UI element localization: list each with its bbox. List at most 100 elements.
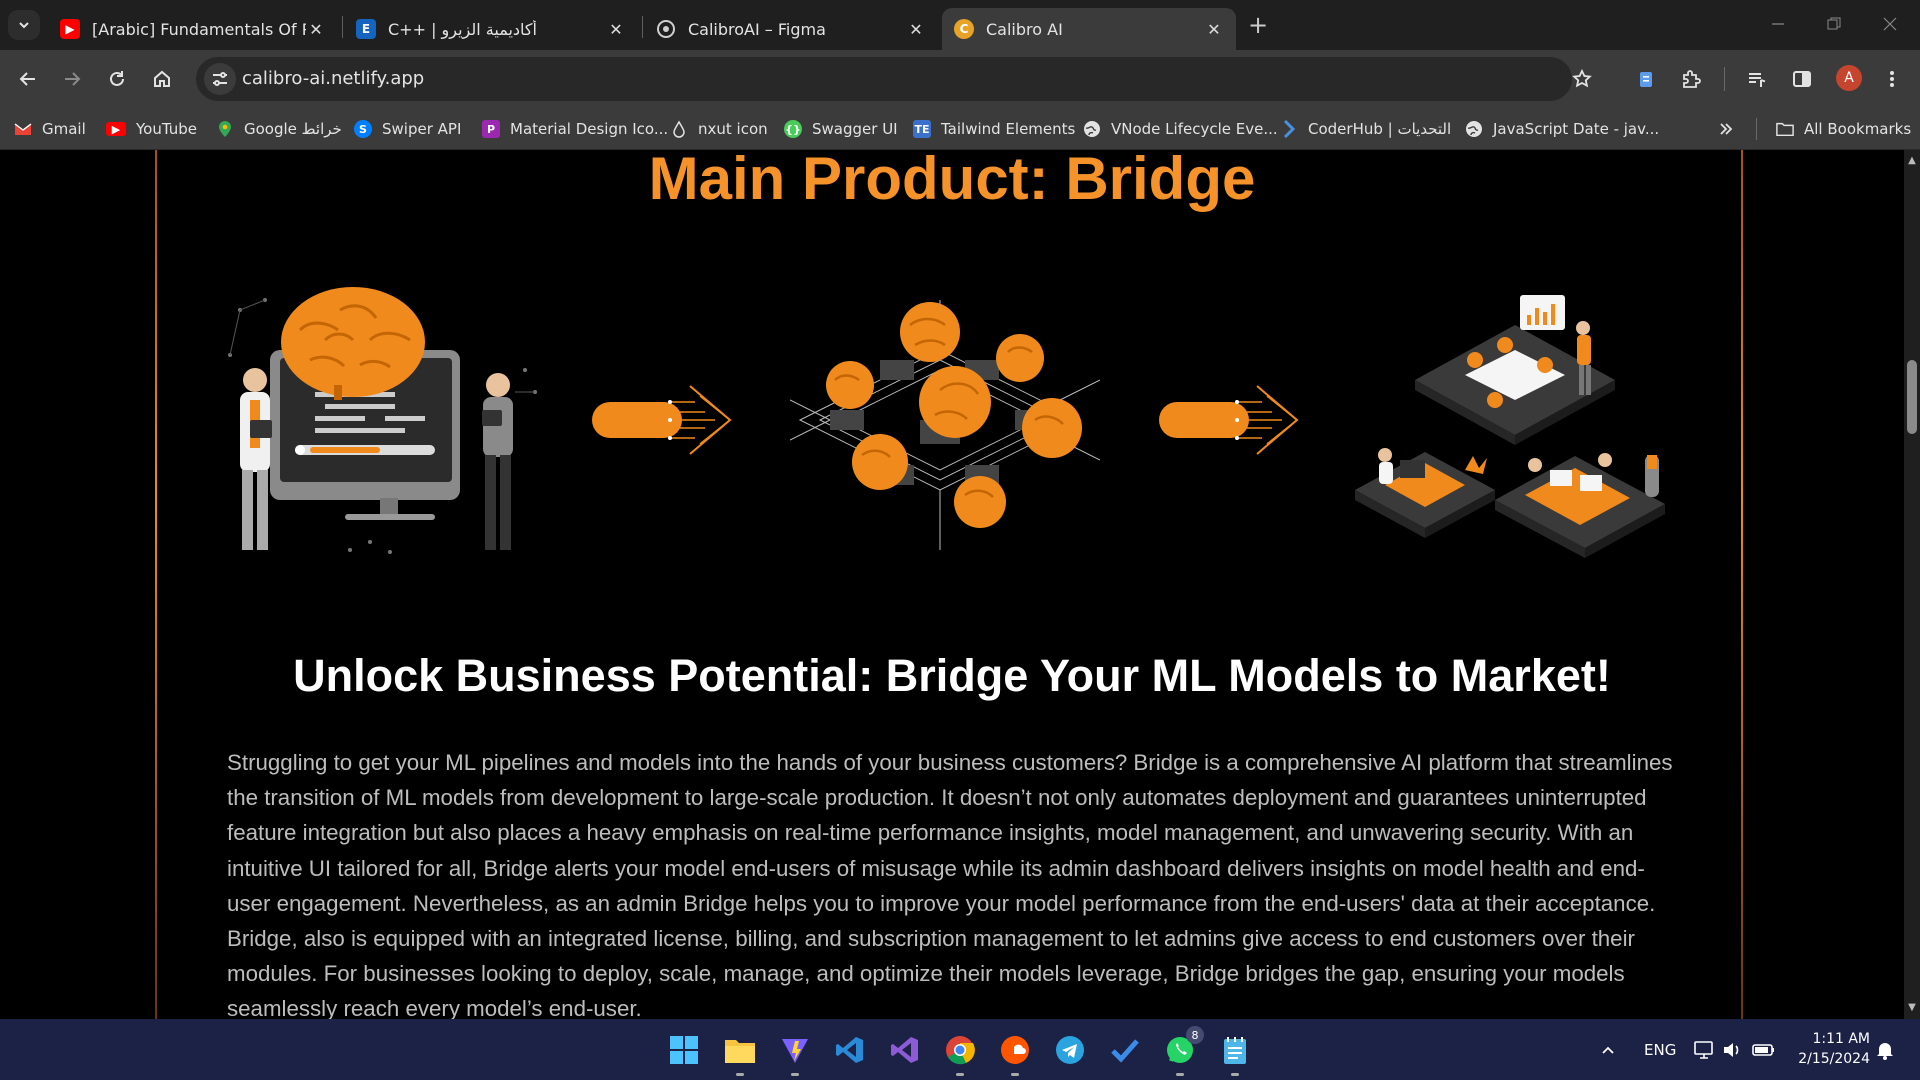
reload-button[interactable] [101,63,133,95]
close-icon[interactable]: ✕ [906,19,926,39]
running-indicator [1176,1073,1184,1076]
new-tab-button[interactable]: + [1244,12,1272,40]
bookmarks-overflow-button[interactable] [1718,117,1734,141]
profile-avatar[interactable]: A [1836,65,1862,91]
chevron-down-icon [19,22,29,29]
bookmark-label: Material Design Ico... [510,120,669,138]
forward-button[interactable] [56,63,88,95]
home-button[interactable] [146,63,178,95]
extension-google-docs-button[interactable] [1630,63,1662,95]
visual-studio-icon [891,1037,918,1063]
soundcloud-icon [1001,1036,1029,1064]
extensions-button[interactable] [1675,63,1707,95]
arrow-illustration [1159,385,1299,455]
taskbar-chrome[interactable] [940,1030,980,1076]
scroll-up-icon[interactable]: ▲ [1907,156,1917,166]
office-teams-illustration [1355,295,1665,558]
bookmark-nuxt[interactable]: nxut icon [670,117,768,141]
vscode-icon [836,1037,863,1063]
tune-icon [213,72,227,86]
tab-title: Calibro AI [986,19,1063,39]
taskbar-whatsapp[interactable]: 8 [1160,1026,1204,1076]
tab-cpp-academy[interactable]: E C++ | أكاديمية الزيرو ✕ [344,8,638,50]
battery-button[interactable] [1752,1019,1776,1080]
docs-extension-icon [1640,72,1652,87]
bookmark-tailwind-elements[interactable]: TE Tailwind Elements [913,117,1075,141]
chrome-menu-button[interactable] [1876,63,1908,95]
all-bookmarks-button[interactable]: All Bookmarks [1776,117,1911,141]
page-scrollbar[interactable]: ▲ ▼ [1904,150,1920,1019]
taskbar-visual-studio[interactable] [885,1030,925,1070]
chevron-up-icon [1602,1046,1614,1054]
speaker-icon [1724,1042,1739,1057]
telegram-icon [1056,1036,1084,1064]
running-indicator [1231,1073,1239,1076]
playlist-icon [1749,73,1766,87]
taskbar-vite[interactable] [775,1030,815,1076]
bookmark-youtube[interactable]: ▶ YouTube [106,117,197,141]
taskbar-notepad[interactable] [1215,1030,1255,1076]
bookmark-label: Swagger UI [812,120,898,138]
developers-brain-computer-illustration [228,287,537,554]
bookmark-vnode-lifecycle[interactable]: VNode Lifecycle Eve... [1083,117,1278,141]
restore-icon [1827,17,1841,30]
bookmark-star-button[interactable] [1566,63,1598,95]
bookmark-label: Google خرائط [244,120,342,138]
windows-start-button[interactable] [664,1030,704,1070]
swagger-icon: {} [784,120,802,138]
tab-search-button[interactable] [8,10,40,40]
youtube-icon: ▶ [106,122,126,136]
maps-pin-icon [216,120,234,138]
close-icon[interactable]: ✕ [1204,19,1224,39]
scroll-down-icon[interactable]: ▼ [1907,1003,1917,1013]
side-panel-icon [1793,71,1811,87]
media-control-button[interactable] [1741,63,1773,95]
tab-divider [642,16,643,38]
bookmark-swagger[interactable]: {} Swagger UI [784,117,898,141]
bookmark-coderhub[interactable]: CoderHub | التحديات [1280,117,1451,141]
language-indicator[interactable]: ENG [1644,1019,1676,1080]
bookmark-swiper[interactable]: S Swiper API [354,117,461,141]
taskbar-telegram[interactable] [1050,1030,1090,1070]
show-hidden-icons-button[interactable] [1600,1019,1616,1080]
notification-badge: 8 [1186,1026,1204,1044]
minimize-button[interactable] [1750,8,1806,40]
puzzle-icon [1683,70,1701,88]
calibro-globe-icon [656,19,676,39]
more-vert-icon [1890,71,1894,87]
bookmark-label: Gmail [42,120,86,138]
section-subtitle: Unlock Business Potential: Bridge Your M… [293,650,1611,701]
tab-youtube[interactable]: ▶ [Arabic] Fundamentals Of Progr ✕ [48,8,338,50]
bookmarks-divider [1756,118,1757,140]
double-chevron-right-icon [1720,123,1733,135]
web-page-viewport: Main Product: Bridge Unlock Business Pot… [0,150,1904,1019]
restore-button[interactable] [1806,8,1862,40]
taskbar-soundcloud[interactable] [995,1030,1035,1076]
close-icon[interactable]: ✕ [606,19,626,39]
bookmark-gmail[interactable]: Gmail [14,117,86,141]
network-monitor-icon [1694,1040,1713,1059]
swiper-icon: S [354,120,372,138]
site-info-button[interactable] [204,63,236,95]
tab-calibro-ai[interactable]: C Calibro AI ✕ [942,8,1236,50]
bookmark-label: VNode Lifecycle Eve... [1111,120,1278,138]
bookmark-javascript-date[interactable]: JavaScript Date - jav... [1465,117,1659,141]
volume-button[interactable] [1722,1019,1742,1080]
bookmark-material-design[interactable]: P Material Design Ico... [482,117,668,141]
bookmark-google-maps[interactable]: Google خرائط [216,117,342,141]
close-window-button[interactable] [1862,8,1918,40]
system-clock[interactable]: 1:11 AM 2/15/2024 [1790,1029,1870,1069]
notifications-button[interactable] [1876,1019,1894,1080]
taskbar-vscode[interactable] [830,1030,870,1070]
back-button[interactable] [12,63,44,95]
scrollbar-thumb[interactable] [1907,360,1917,434]
clock-date: 2/15/2024 [1798,1051,1870,1067]
taskbar-file-explorer[interactable] [720,1030,760,1076]
network-button[interactable] [1694,1019,1716,1080]
toolbar-divider [1724,67,1725,91]
address-bar[interactable]: calibro-ai.netlify.app [196,57,1592,101]
taskbar-todo[interactable] [1105,1030,1145,1070]
close-icon[interactable]: ✕ [306,19,326,39]
tab-figma[interactable]: CalibroAI – Figma ✕ [644,8,938,50]
side-panel-button[interactable] [1786,63,1818,95]
